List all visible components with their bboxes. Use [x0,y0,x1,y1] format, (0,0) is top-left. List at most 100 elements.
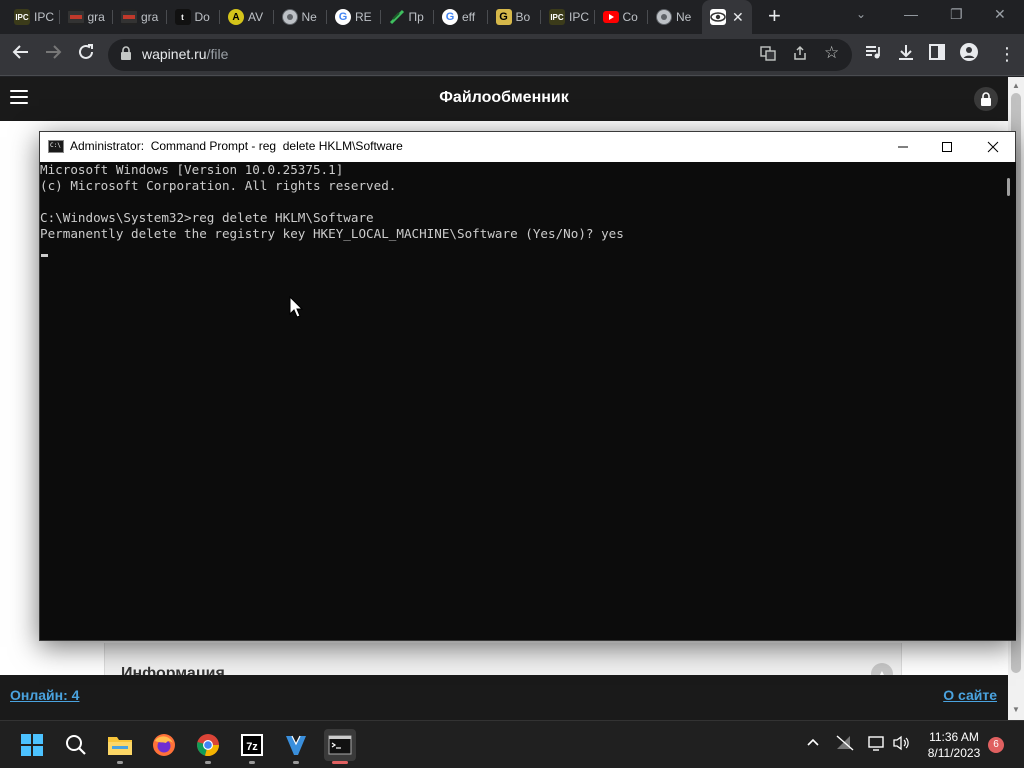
display-icon[interactable] [868,735,886,754]
translate-icon[interactable] [760,45,776,65]
tab-search-icon[interactable]: ⌄ [856,7,866,21]
tab[interactable]: IPC IPC [541,0,595,34]
menu-kebab-icon[interactable]: ⋮ [998,43,1016,65]
tab[interactable]: gra [60,0,114,34]
tab-favicon-icon: G [335,9,351,25]
online-count-link[interactable]: Онлайн: 4 [10,687,79,703]
tab-favicon-icon [656,9,672,25]
new-tab-button[interactable]: + [768,5,781,27]
side-panel-icon[interactable] [929,43,945,65]
share-icon[interactable] [792,45,808,65]
tab-title: eff [462,10,476,24]
tab[interactable]: gra [113,0,167,34]
reload-icon[interactable] [77,43,95,66]
forward-icon[interactable] [44,43,62,66]
tab-title: Bo [515,10,531,24]
7zip-icon[interactable]: 7z [236,729,268,761]
console-line: Permanently delete the registry key HKEY… [40,226,624,241]
media-queue-icon[interactable] [864,43,882,66]
cmd-minimize-button[interactable] [880,132,926,162]
network-disconnected-icon[interactable] [836,735,854,754]
clock-date: 8/11/2023 [927,746,981,760]
download-icon[interactable] [897,43,915,66]
tab-title: gra [87,10,105,24]
cmd-console[interactable]: Microsoft Windows [Version 10.0.25375.1]… [40,162,1000,640]
running-indicator [117,761,123,764]
tab-favicon-icon: t [174,9,191,25]
tab[interactable]: G RE [327,0,381,34]
tab[interactable]: G Bo [488,0,542,34]
restore-browser-icon[interactable]: ❐ [950,6,963,23]
tab[interactable]: Пр [381,0,435,34]
bookmark-star-icon[interactable]: ☆ [824,43,839,63]
tab-favicon-icon [389,9,405,25]
active-indicator [332,761,348,764]
file-explorer-icon[interactable] [104,729,136,761]
tab[interactable]: IPC IPC [6,0,60,34]
about-link[interactable]: О сайте [943,687,997,703]
lock-icon[interactable] [120,46,134,62]
cmd-app-icon: C:\ [48,140,64,153]
profile-icon[interactable] [960,43,978,66]
scroll-down-icon[interactable]: ▼ [1012,705,1020,714]
cmd-scroll-thumb[interactable] [1007,178,1010,196]
search-icon[interactable] [60,729,92,761]
running-indicator [205,761,211,764]
cmd-maximize-button[interactable] [924,132,970,162]
tab-separator [540,10,541,24]
tab[interactable]: Ne [274,0,328,34]
tab-separator [58,10,60,24]
tab[interactable]: Geff [434,0,488,34]
tab-title: gra [141,10,159,24]
firefox-icon[interactable] [148,729,180,761]
tab-separator [647,10,648,24]
tab-separator [379,10,381,24]
tab-favicon-icon [121,9,137,25]
tab-favicon-icon: IPC [549,9,565,25]
tab[interactable]: Ne [648,0,702,34]
browser-toolbar: wapinet.ru/file ☆ ⋮ [0,34,1024,76]
scroll-up-icon[interactable]: ▲ [1012,81,1020,90]
back-icon[interactable] [12,43,30,66]
tab[interactable]: A AV [220,0,274,34]
volume-icon[interactable] [892,735,910,754]
visual-studio-icon[interactable] [280,729,312,761]
tab-active[interactable] [702,0,752,34]
command-prompt-taskbar-icon[interactable] [324,729,356,761]
site-footer: Онлайн: 4 О сайте [0,675,1008,720]
tab-favicon-icon: G [442,9,458,25]
site-login-lock-icon[interactable] [974,87,998,111]
close-tab-icon[interactable]: ✕ [732,9,744,26]
cmd-close-button[interactable] [970,132,1016,162]
tab-favicon-icon [602,9,619,25]
chrome-icon[interactable] [192,729,224,761]
tab[interactable]: t Do [167,0,221,34]
tab-title: RE [355,10,372,24]
tab[interactable]: Co [595,0,649,34]
url-text[interactable]: wapinet.ru/file [142,46,228,62]
windows-start-icon[interactable] [16,729,48,761]
tab-title: Пр [408,10,424,24]
cmd-title-bar[interactable]: C:\ Administrator: Command Prompt - reg … [40,132,1015,162]
chevron-up-tray-icon[interactable] [806,735,820,752]
taskbar: 7z 11:36 AM 8/11/2023 6 [0,720,1024,768]
close-browser-icon[interactable]: ✕ [994,6,1006,23]
eye-icon [710,9,726,25]
tab-separator [486,10,488,24]
site-title: Файлообменник [439,89,569,106]
tab-title: Co [622,10,638,24]
tab-title: IPC [34,10,55,24]
mouse-pointer-icon [289,296,303,318]
clock-time: 11:36 AM [929,730,979,744]
tab-separator [593,10,595,24]
tab-favicon-icon [281,9,298,25]
address-bar[interactable]: wapinet.ru/file ☆ [108,39,852,71]
system-clock[interactable]: 11:36 AM 8/11/2023 [918,729,990,761]
notification-badge[interactable]: 6 [988,737,1004,753]
running-indicator [293,761,299,764]
tab-title: AV [248,10,264,24]
cmd-scrollbar[interactable] [1002,162,1016,640]
minimize-browser-icon[interactable]: — [904,6,918,22]
command-prompt-window: C:\ Administrator: Command Prompt - reg … [39,131,1016,641]
tab-separator [112,10,113,24]
